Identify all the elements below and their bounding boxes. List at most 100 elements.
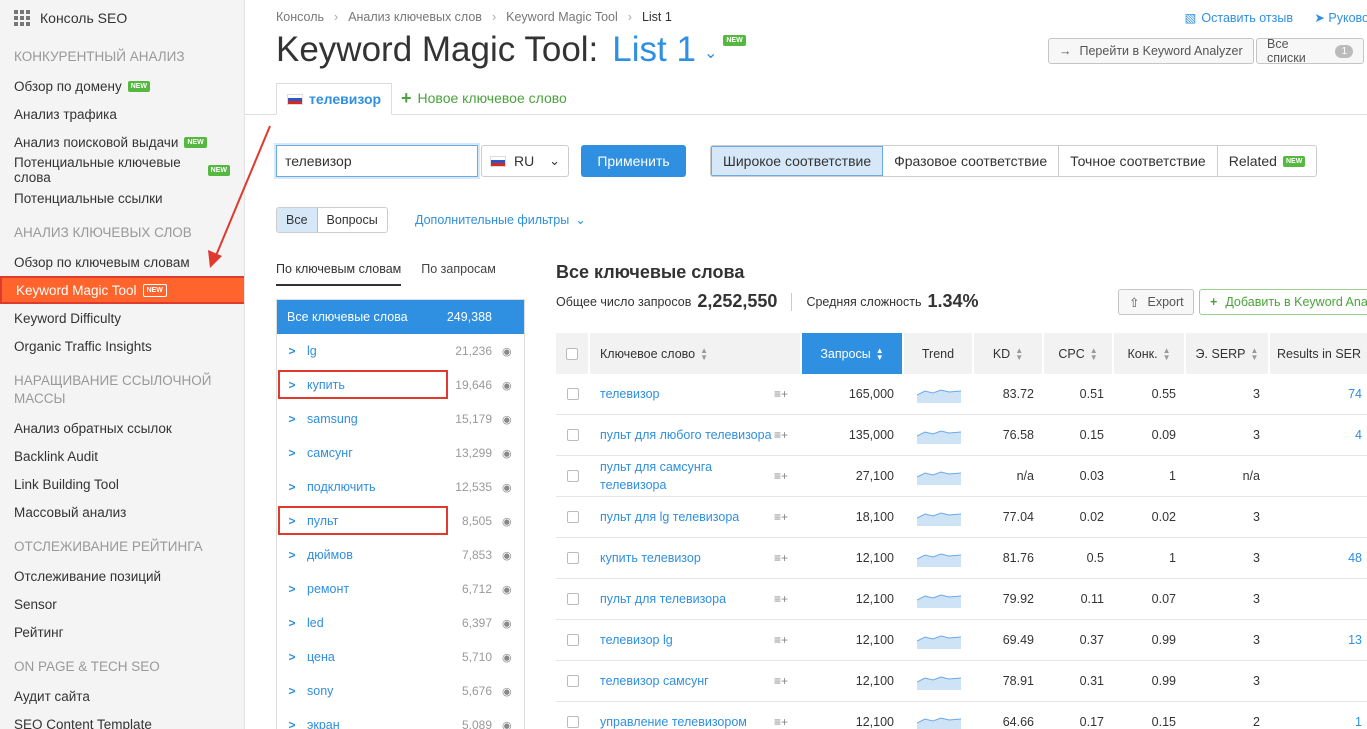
group-row[interactable]: > sony 5,676 ◉	[277, 674, 524, 708]
add-to-list-icon[interactable]: ≡+	[774, 428, 788, 442]
eye-icon[interactable]: ◉	[502, 549, 524, 562]
tab-keyword-televizor[interactable]: телевизор	[276, 83, 393, 115]
database-select[interactable]: RU ⌄	[481, 145, 569, 177]
exact-match-button[interactable]: Точное соответствие	[1059, 146, 1218, 176]
chevron-right-icon[interactable]: >	[277, 548, 307, 562]
sidebar-item[interactable]: Рейтинг	[0, 618, 244, 646]
add-to-list-icon[interactable]: ≡+	[774, 633, 788, 647]
results-cell[interactable]: 1	[1270, 715, 1367, 729]
eye-icon[interactable]: ◉	[502, 719, 524, 729]
group-row[interactable]: > экран 5,089 ◉	[277, 708, 524, 729]
eye-icon[interactable]: ◉	[502, 617, 524, 630]
sidebar-item[interactable]: Анализ обратных ссылок	[0, 414, 244, 442]
go-keyword-analyzer-button[interactable]: → Перейти в Keyword Analyzer	[1048, 38, 1254, 64]
add-to-list-icon[interactable]: ≡+	[774, 551, 788, 565]
sidebar-item[interactable]: Анализ поисковой выдачи NEW	[0, 128, 244, 156]
keyword-search-input[interactable]: телевизор	[276, 145, 478, 177]
eye-icon[interactable]: ◉	[502, 345, 524, 358]
col-kd[interactable]: KD ▲ ▼	[974, 333, 1044, 374]
advanced-filters-toggle[interactable]: Дополнительные фильтры ⌄	[415, 212, 586, 228]
keyword-link[interactable]: пульт для самсунга телевизора	[600, 458, 774, 494]
col-cpc[interactable]: CPC ▲ ▼	[1044, 333, 1114, 374]
group-row[interactable]: > led 6,397 ◉	[277, 606, 524, 640]
add-to-list-icon[interactable]: ≡+	[774, 387, 788, 401]
keyword-link[interactable]: телевизор lg	[600, 631, 774, 649]
row-checkbox[interactable]	[567, 634, 579, 646]
phrase-match-button[interactable]: Фразовое соответствие	[883, 146, 1060, 176]
new-keyword-tab[interactable]: + Новое ключевое слово	[401, 89, 567, 107]
col-serp-features[interactable]: Э. SERP ▲ ▼	[1186, 333, 1270, 374]
keyword-link[interactable]: телевизор самсунг	[600, 672, 774, 690]
group-row[interactable]: > samsung 15,179 ◉	[277, 402, 524, 436]
keyword-link[interactable]: пульт для lg телевизора	[600, 508, 774, 526]
group-row[interactable]: > пульт 8,505 ◉	[277, 504, 524, 538]
sidebar-item[interactable]: Массовый анализ	[0, 498, 244, 526]
chevron-right-icon[interactable]: >	[277, 514, 307, 528]
export-button[interactable]: ⇧ Export	[1118, 289, 1194, 315]
chevron-right-icon[interactable]: >	[277, 446, 307, 460]
add-to-list-icon[interactable]: ≡+	[774, 469, 788, 483]
row-checkbox[interactable]	[567, 511, 579, 523]
sidebar-item[interactable]: Обзор по ключевым словам	[0, 248, 244, 276]
keyword-link[interactable]: купить телевизор	[600, 549, 774, 567]
group-row[interactable]: > купить 19,646 ◉	[277, 368, 524, 402]
sidebar-item[interactable]: Organic Traffic Insights	[0, 332, 244, 360]
sidebar-item[interactable]: Keyword Difficulty	[0, 304, 244, 332]
sidebar-item[interactable]: Link Building Tool	[0, 470, 244, 498]
col-volume[interactable]: Запросы ▲ ▼	[802, 333, 904, 374]
eye-icon[interactable]: ◉	[502, 379, 524, 392]
chevron-right-icon[interactable]: >	[277, 344, 307, 358]
group-row[interactable]: > подключить 12,535 ◉	[277, 470, 524, 504]
apply-button[interactable]: Применить	[581, 145, 686, 177]
groups-all-row[interactable]: Все ключевые слова 249,388	[277, 300, 524, 334]
sidebar-top[interactable]: Консоль SEO	[0, 0, 244, 36]
eye-icon[interactable]: ◉	[502, 447, 524, 460]
all-lists-button[interactable]: Все списки 1	[1256, 37, 1364, 65]
sidebar-item[interactable]: SEO Content Template	[0, 710, 244, 729]
add-to-list-icon[interactable]: ≡+	[774, 592, 788, 606]
chevron-right-icon[interactable]: >	[277, 616, 307, 630]
eye-icon[interactable]: ◉	[502, 685, 524, 698]
col-competition[interactable]: Конк. ▲ ▼	[1114, 333, 1186, 374]
tab-by-keywords[interactable]: По ключевым словам	[276, 262, 402, 286]
chevron-right-icon[interactable]: >	[277, 582, 307, 596]
keyword-link[interactable]: телевизор	[600, 385, 774, 403]
group-row[interactable]: > дюймов 7,853 ◉	[277, 538, 524, 572]
chevron-down-icon[interactable]: ⌄	[704, 43, 717, 63]
breadcrumb-keyword-analysis[interactable]: Анализ ключевых слов	[348, 10, 482, 24]
chevron-right-icon[interactable]: >	[277, 718, 307, 729]
feedback-link[interactable]: ▧ Оставить отзыв	[1185, 10, 1293, 26]
group-row[interactable]: > lg 21,236 ◉	[277, 334, 524, 368]
filter-questions-button[interactable]: Вопросы	[318, 208, 387, 232]
chevron-right-icon[interactable]: >	[277, 378, 307, 392]
related-button[interactable]: Related NEW	[1218, 146, 1317, 176]
results-cell[interactable]: 74	[1270, 387, 1367, 401]
chevron-right-icon[interactable]: >	[277, 480, 307, 494]
row-checkbox[interactable]	[567, 716, 579, 728]
eye-icon[interactable]: ◉	[502, 413, 524, 426]
eye-icon[interactable]: ◉	[502, 651, 524, 664]
row-checkbox[interactable]	[567, 388, 579, 400]
row-checkbox[interactable]	[567, 593, 579, 605]
guide-link[interactable]: ➤ Руково	[1314, 10, 1367, 25]
row-checkbox[interactable]	[567, 470, 579, 482]
add-to-list-icon[interactable]: ≡+	[774, 715, 788, 729]
sidebar-item[interactable]: Потенциальные ссылки	[0, 184, 244, 212]
keyword-link[interactable]: пульт для телевизора	[600, 590, 774, 608]
select-all-checkbox[interactable]	[566, 347, 578, 360]
add-to-list-icon[interactable]: ≡+	[774, 674, 788, 688]
row-checkbox[interactable]	[567, 675, 579, 687]
group-row[interactable]: > цена 5,710 ◉	[277, 640, 524, 674]
keyword-link[interactable]: управление телевизором	[600, 713, 774, 729]
group-row[interactable]: > ремонт 6,712 ◉	[277, 572, 524, 606]
col-keyword[interactable]: Ключевое слово ▲ ▼	[590, 333, 802, 374]
eye-icon[interactable]: ◉	[502, 481, 524, 494]
group-row[interactable]: > самсунг 13,299 ◉	[277, 436, 524, 470]
keyword-link[interactable]: пульт для любого телевизора	[600, 426, 774, 444]
sidebar-item[interactable]: Sensor	[0, 590, 244, 618]
sidebar-item[interactable]: Обзор по домену NEW	[0, 72, 244, 100]
tab-by-volume[interactable]: По запросам	[421, 262, 496, 286]
eye-icon[interactable]: ◉	[502, 515, 524, 528]
chevron-right-icon[interactable]: >	[277, 412, 307, 426]
row-checkbox[interactable]	[567, 429, 579, 441]
